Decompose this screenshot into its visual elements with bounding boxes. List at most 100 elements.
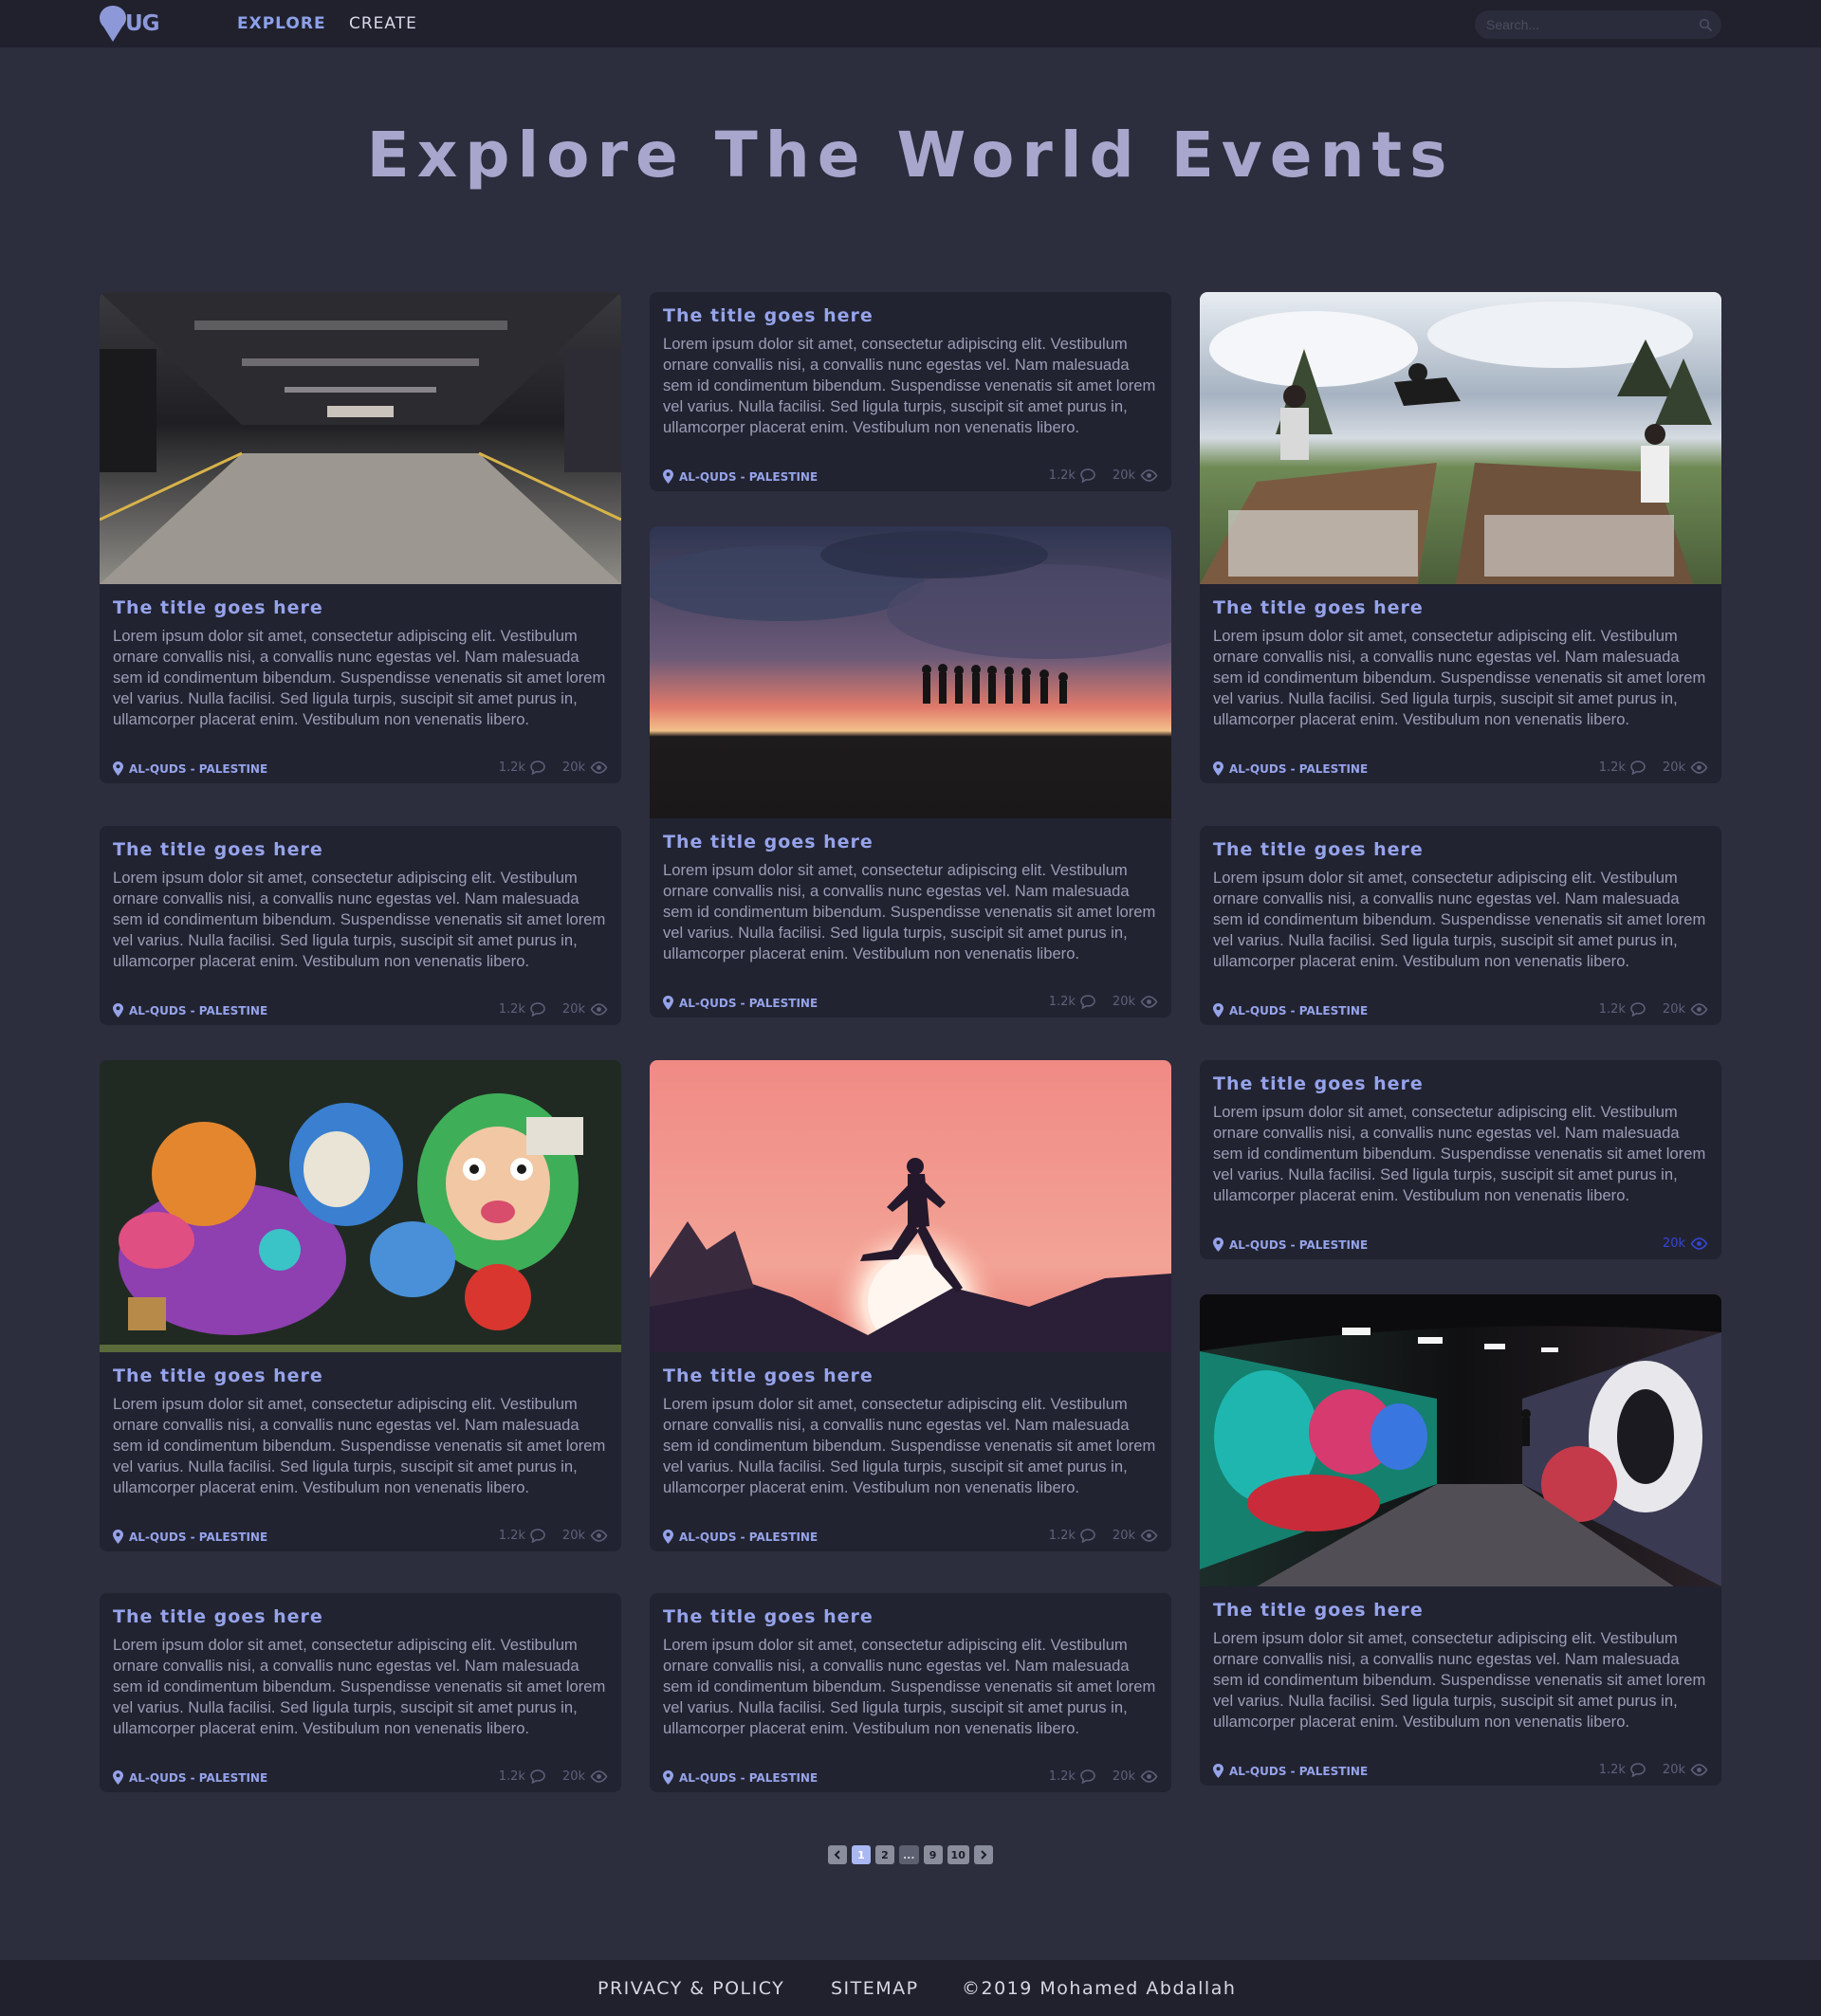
card-title[interactable]: The title goes here bbox=[113, 839, 608, 860]
eye-icon[interactable] bbox=[1140, 996, 1158, 1008]
event-card[interactable]: The title goes here Lorem ipsum dolor si… bbox=[1200, 1060, 1721, 1259]
card-text: Lorem ipsum dolor sit amet, consectetur … bbox=[1213, 869, 1706, 970]
nav-create-link[interactable]: CREATE bbox=[349, 14, 417, 33]
card-title[interactable]: The title goes here bbox=[113, 1365, 608, 1386]
page-button-1[interactable]: 1 bbox=[852, 1845, 871, 1864]
comment-icon[interactable] bbox=[1080, 1529, 1095, 1543]
comment-icon[interactable] bbox=[530, 761, 545, 775]
comment-icon[interactable] bbox=[1630, 1763, 1646, 1777]
search-input[interactable] bbox=[1486, 16, 1685, 33]
footer-sitemap-link[interactable]: SITEMAP bbox=[831, 1978, 919, 1999]
view-count: 20k bbox=[561, 1529, 585, 1543]
card-stats: 1.2k 20k bbox=[1599, 1002, 1708, 1017]
location-pin-icon bbox=[1213, 1764, 1223, 1778]
comment-count: 1.2k bbox=[498, 761, 525, 775]
card-text: Lorem ipsum dolor sit amet, consectetur … bbox=[1213, 1103, 1706, 1204]
event-card[interactable]: The title goes here Lorem ipsum dolor si… bbox=[650, 1060, 1171, 1551]
card-title[interactable]: The title goes here bbox=[663, 1365, 1158, 1386]
page-button-9[interactable]: 9 bbox=[923, 1845, 943, 1864]
card-stats: 1.2k 20k bbox=[1599, 761, 1708, 775]
comment-count: 1.2k bbox=[1598, 1002, 1626, 1017]
card-title[interactable]: The title goes here bbox=[1213, 1073, 1708, 1094]
event-card[interactable]: The title goes here Lorem ipsum dolor si… bbox=[1200, 826, 1721, 1025]
comment-icon[interactable] bbox=[1080, 995, 1095, 1009]
card-title[interactable]: The title goes here bbox=[663, 305, 1158, 326]
search-icon[interactable] bbox=[1699, 18, 1712, 31]
card-title[interactable]: The title goes here bbox=[663, 832, 1158, 852]
view-count: 20k bbox=[1662, 1002, 1685, 1017]
card-image-sunset-silhouettes bbox=[650, 526, 1171, 818]
comment-icon[interactable] bbox=[1080, 1769, 1095, 1784]
comment-icon[interactable] bbox=[1630, 761, 1646, 775]
comment-count: 1.2k bbox=[498, 1769, 525, 1784]
prev-page-button[interactable] bbox=[828, 1845, 847, 1864]
event-card[interactable]: The title goes here Lorem ipsum dolor si… bbox=[100, 826, 621, 1025]
view-count: 20k bbox=[561, 1769, 585, 1784]
page-button-2[interactable]: 2 bbox=[875, 1845, 894, 1864]
view-count: 20k bbox=[1662, 1763, 1685, 1777]
eye-icon[interactable] bbox=[1140, 1530, 1158, 1542]
card-location: AL-QUDS - PALESTINE bbox=[113, 1003, 267, 1017]
card-location-text: AL-QUDS - PALESTINE bbox=[679, 996, 819, 1010]
card-text: Lorem ipsum dolor sit amet, consectetur … bbox=[1213, 1629, 1706, 1731]
card-title[interactable]: The title goes here bbox=[663, 1606, 1158, 1627]
card-location-text: AL-QUDS - PALESTINE bbox=[1229, 1003, 1369, 1017]
card-title[interactable]: The title goes here bbox=[113, 597, 608, 618]
event-card[interactable]: The title goes here Lorem ipsum dolor si… bbox=[650, 526, 1171, 1017]
location-pin-icon bbox=[663, 1770, 673, 1785]
card-location-text: AL-QUDS - PALESTINE bbox=[679, 469, 819, 484]
comment-count: 1.2k bbox=[1598, 761, 1626, 775]
nav-explore-link[interactable]: EXPLORE bbox=[237, 14, 326, 33]
view-count: 20k bbox=[1662, 1237, 1685, 1251]
event-card[interactable]: The title goes here Lorem ipsum dolor si… bbox=[1200, 292, 1721, 783]
event-card[interactable]: The title goes here Lorem ipsum dolor si… bbox=[100, 1060, 621, 1551]
page-button-10[interactable]: 10 bbox=[947, 1845, 969, 1864]
comment-icon[interactable] bbox=[530, 1529, 545, 1543]
event-card[interactable]: The title goes here Lorem ipsum dolor si… bbox=[100, 292, 621, 783]
card-meta: AL-QUDS - PALESTINE 1.2k 20k bbox=[113, 1760, 608, 1792]
card-meta: AL-QUDS - PALESTINE 1.2k 20k bbox=[663, 459, 1158, 491]
card-location: AL-QUDS - PALESTINE bbox=[113, 1770, 267, 1785]
card-location-text: AL-QUDS - PALESTINE bbox=[129, 1530, 268, 1544]
event-card[interactable]: The title goes here Lorem ipsum dolor si… bbox=[100, 1593, 621, 1792]
comment-icon[interactable] bbox=[530, 1769, 545, 1784]
card-stats: 1.2k 20k bbox=[1049, 468, 1158, 483]
card-text: Lorem ipsum dolor sit amet, consectetur … bbox=[1213, 627, 1706, 728]
footer-privacy-link[interactable]: PRIVACY & POLICY bbox=[598, 1978, 784, 1999]
eye-icon[interactable] bbox=[1690, 1003, 1708, 1016]
site-logo[interactable]: UG bbox=[100, 6, 166, 44]
eye-icon[interactable] bbox=[590, 1003, 608, 1016]
card-location-text: AL-QUDS - PALESTINE bbox=[1229, 1237, 1369, 1252]
comment-count: 1.2k bbox=[1048, 1529, 1076, 1543]
card-image-graffiti-wall bbox=[100, 1060, 621, 1352]
eye-icon[interactable] bbox=[590, 1530, 608, 1542]
eye-icon[interactable] bbox=[590, 761, 608, 774]
comment-icon[interactable] bbox=[1080, 468, 1095, 483]
eye-icon[interactable] bbox=[1140, 1770, 1158, 1783]
card-location: AL-QUDS - PALESTINE bbox=[663, 996, 818, 1010]
eye-icon[interactable] bbox=[1690, 1237, 1708, 1250]
eye-icon[interactable] bbox=[1690, 1764, 1708, 1776]
comment-count: 1.2k bbox=[1048, 468, 1076, 483]
card-location: AL-QUDS - PALESTINE bbox=[113, 761, 267, 776]
card-meta: AL-QUDS - PALESTINE 1.2k 20k bbox=[663, 985, 1158, 1017]
chevron-right-icon bbox=[981, 1850, 987, 1860]
next-page-button[interactable] bbox=[973, 1845, 993, 1864]
event-card[interactable]: The title goes here Lorem ipsum dolor si… bbox=[1200, 1294, 1721, 1786]
map-pin-logo-icon bbox=[100, 6, 126, 42]
card-title[interactable]: The title goes here bbox=[113, 1606, 608, 1627]
eye-icon[interactable] bbox=[1140, 469, 1158, 482]
card-title[interactable]: The title goes here bbox=[1213, 839, 1708, 860]
eye-icon[interactable] bbox=[1690, 761, 1708, 774]
card-text: Lorem ipsum dolor sit amet, consectetur … bbox=[663, 1636, 1156, 1737]
card-location-text: AL-QUDS - PALESTINE bbox=[129, 1770, 268, 1785]
card-meta: AL-QUDS - PALESTINE 1.2k 20k bbox=[113, 1519, 608, 1551]
card-title[interactable]: The title goes here bbox=[1213, 1600, 1708, 1621]
eye-icon[interactable] bbox=[590, 1770, 608, 1783]
card-text: Lorem ipsum dolor sit amet, consectetur … bbox=[113, 869, 606, 970]
card-title[interactable]: The title goes here bbox=[1213, 597, 1708, 618]
event-card[interactable]: The title goes here Lorem ipsum dolor si… bbox=[650, 1593, 1171, 1792]
comment-icon[interactable] bbox=[530, 1002, 545, 1017]
event-card[interactable]: The title goes here Lorem ipsum dolor si… bbox=[650, 292, 1171, 491]
comment-icon[interactable] bbox=[1630, 1002, 1646, 1017]
